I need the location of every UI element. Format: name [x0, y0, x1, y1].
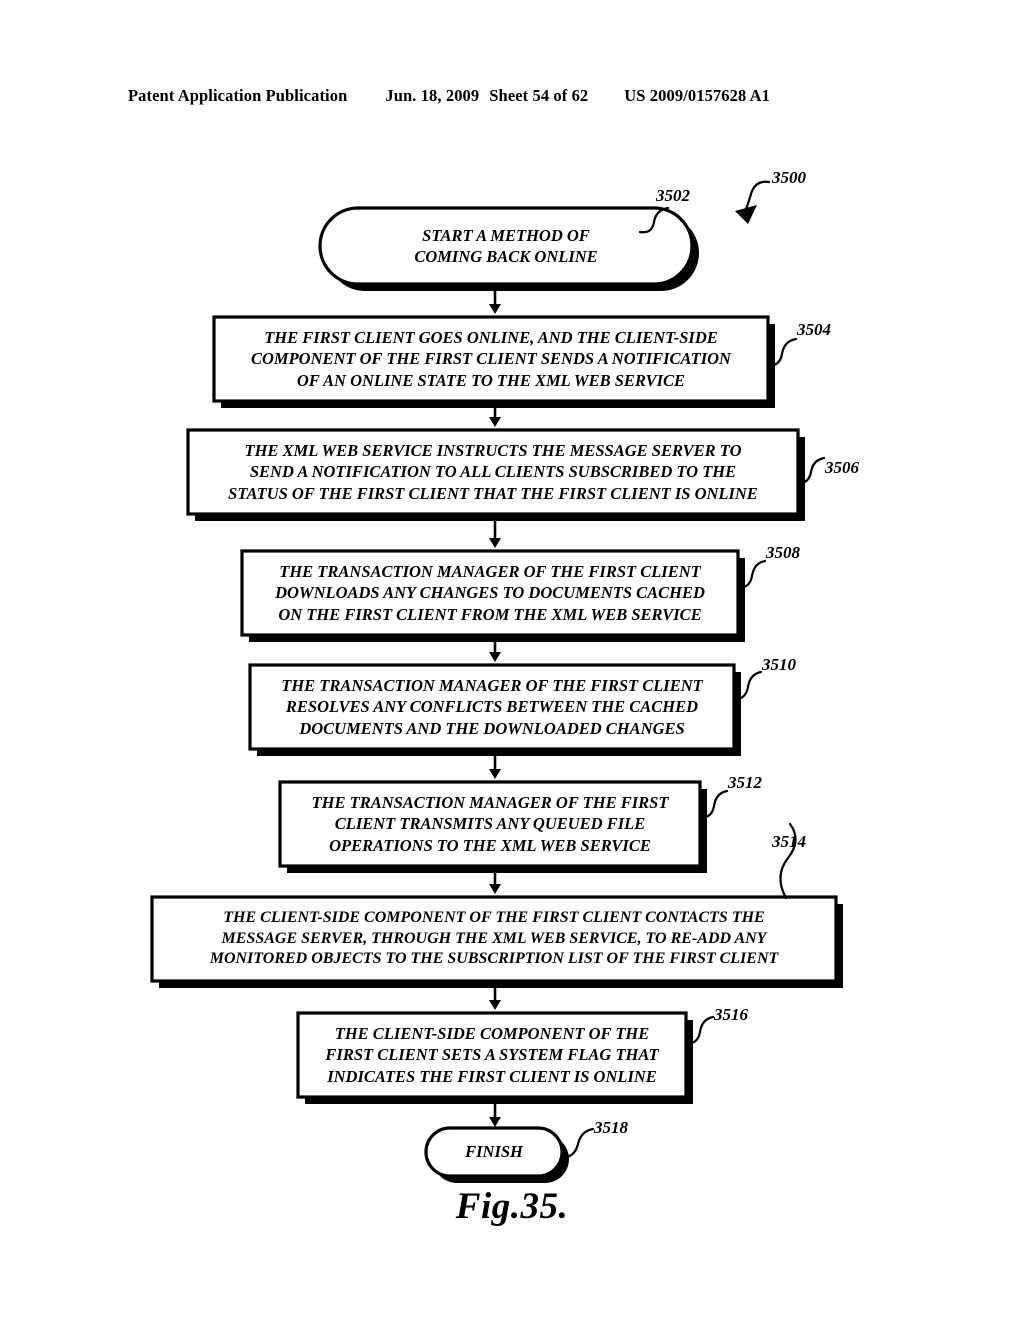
ref-numeral-3500: 3500 [772, 168, 806, 187]
box-3516-shape[interactable] [296, 1011, 688, 1099]
finish-node-shape[interactable] [424, 1126, 564, 1178]
start-node-shape[interactable] [318, 206, 694, 286]
figure-caption: Fig.35. [455, 1186, 569, 1227]
patent-drawing-page: Patent Application Publication Jun. 18, 2… [0, 0, 1024, 1320]
box-3510-shape[interactable] [248, 663, 736, 751]
ref-numeral-3518: 3518 [594, 1118, 628, 1137]
box-3504-shape[interactable] [212, 315, 770, 403]
ref-numeral-3508: 3508 [766, 543, 800, 562]
node-outlines [150, 206, 838, 1178]
ref-numeral-3510: 3510 [762, 655, 796, 674]
ref-numeral-3504: 3504 [797, 320, 831, 339]
box-3506-shape[interactable] [186, 428, 800, 516]
ref-numeral-3512: 3512 [728, 773, 762, 792]
box-3508-shape[interactable] [240, 549, 740, 637]
ref-numeral-3516: 3516 [714, 1005, 748, 1024]
box-3514-shape[interactable] [150, 895, 838, 983]
flowchart-graphic [150, 180, 843, 1183]
box-3512-shape[interactable] [278, 780, 702, 868]
ref-numeral-3502: 3502 [656, 186, 690, 205]
ref-numeral-3514: 3514 [772, 832, 806, 851]
ref-numeral-3506: 3506 [825, 458, 859, 477]
